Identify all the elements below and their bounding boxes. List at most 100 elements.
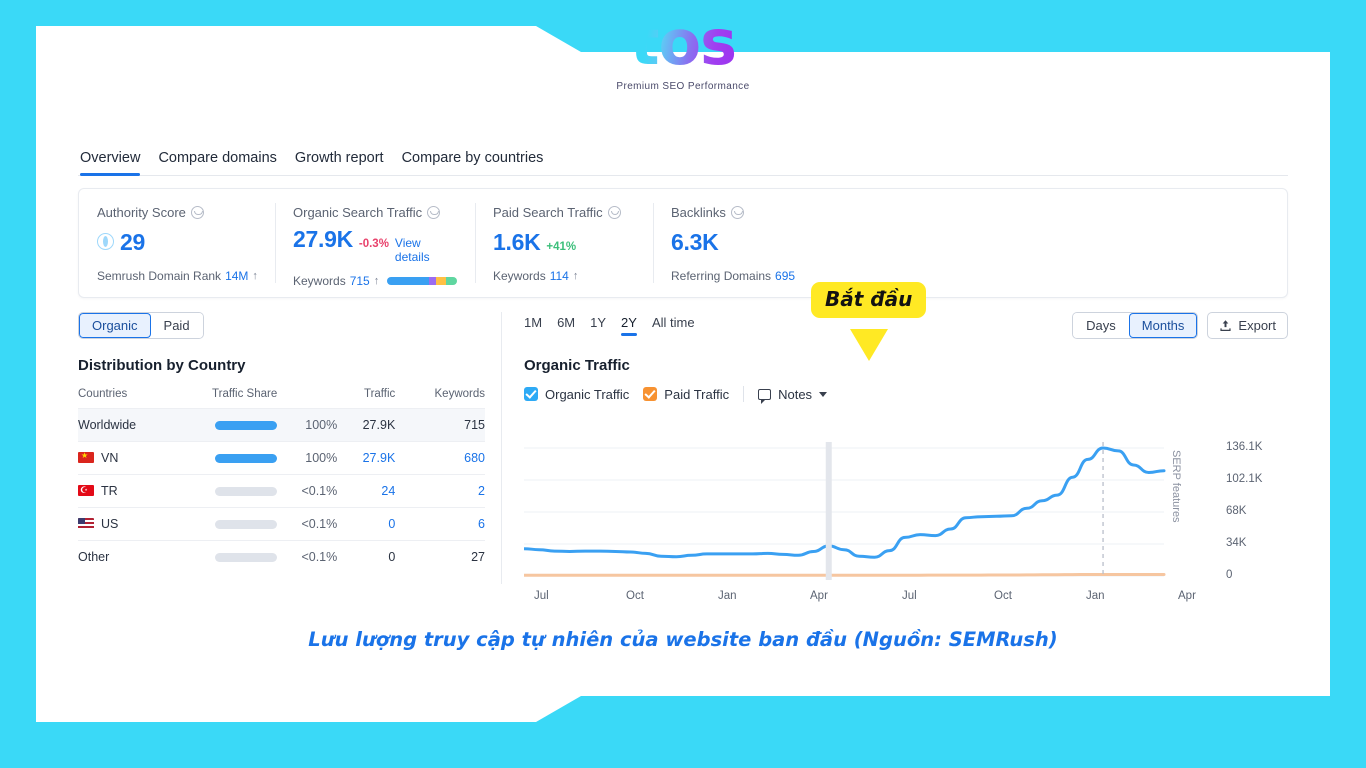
cell-share-value: <0.1% — [277, 540, 338, 573]
table-header-row: Countries Traffic Share Traffic Keywords — [78, 388, 485, 409]
range-selector[interactable]: 1M 6M 1Y 2Y All time — [524, 315, 695, 336]
legend-organic-traffic[interactable]: Organic Traffic — [524, 387, 629, 402]
range-1y[interactable]: 1Y — [590, 315, 606, 336]
granularity-days[interactable]: Days — [1073, 313, 1129, 338]
export-button[interactable]: Export — [1207, 312, 1288, 339]
metric-title: Organic Search Traffic — [293, 205, 423, 220]
toggle-organic[interactable]: Organic — [79, 313, 151, 338]
granularity-months[interactable]: Months — [1128, 313, 1198, 338]
x-axis-tick-label: Jan — [718, 590, 737, 602]
legend-divider — [743, 386, 745, 402]
cell-traffic-share — [181, 474, 278, 508]
metric-card-authority-score: Authority Score 29 Semrush Domain Rank 14M ↑ — [79, 189, 275, 297]
cell-traffic[interactable]: 27.9K — [337, 441, 396, 475]
y-axis-tick-label: 102.1K — [1226, 472, 1263, 485]
traffic-share-bar — [215, 454, 278, 464]
table-row[interactable]: Worldwide 100% 27.9K 715 — [78, 408, 485, 442]
distribution-title: Distribution by Country — [78, 357, 246, 374]
metric-title: Authority Score — [97, 205, 186, 220]
cell-country: Other — [78, 540, 182, 573]
keyword-bar-segment — [445, 277, 457, 285]
col-share-value — [277, 388, 337, 409]
cell-share-value: 100% — [277, 441, 338, 475]
chart-plot: SERP features 136.1K 102.1K 68K 34K 0 Jul Oct J… — [524, 440, 1288, 602]
table-row[interactable]: VN 100%27.9K680 — [78, 441, 485, 475]
toggle-paid[interactable]: Paid — [150, 313, 203, 338]
cell-traffic: 0 — [337, 540, 396, 573]
metric-footer: Keywords 114 ↑ — [493, 269, 635, 283]
table-row[interactable]: TR <0.1%242 — [78, 474, 485, 508]
granularity-toggle[interactable]: Days Months — [1072, 312, 1199, 339]
cell-country: Worldwide — [78, 408, 182, 442]
brand-logo: tos Premium SEO Performance — [0, 12, 1366, 93]
export-label: Export — [1238, 318, 1276, 333]
traffic-share-bar — [215, 487, 278, 497]
y-axis-tick-label: 136.1K — [1226, 441, 1263, 453]
traffic-type-toggle[interactable]: Organic Paid — [78, 312, 204, 339]
info-icon[interactable] — [607, 206, 621, 219]
cell-traffic-share — [181, 408, 278, 442]
metric-footer: Semrush Domain Rank 14M ↑ — [97, 269, 258, 283]
cell-keywords[interactable]: 6 — [395, 507, 485, 541]
tab-compare-by-countries[interactable]: Compare by countries — [402, 150, 544, 175]
metric-value-row: 6.3K — [671, 229, 875, 256]
metric-value: 27.9K — [293, 226, 353, 252]
cell-traffic[interactable]: 0 — [337, 507, 396, 541]
cell-country: VN — [78, 441, 182, 475]
metric-footer-value[interactable]: 114 — [550, 269, 569, 283]
cell-keywords: 27 — [395, 540, 485, 573]
chart-legend: Organic Traffic Paid Traffic Notes — [524, 386, 1288, 404]
metric-title-wrap: Paid Search Traffic — [493, 205, 635, 220]
range-2y[interactable]: 2Y — [621, 315, 637, 336]
metric-card-organic-search-traffic: Organic Search Traffic 27.9K -0.3% View det… — [275, 189, 475, 297]
info-icon[interactable] — [427, 206, 441, 219]
cell-country: US — [78, 507, 182, 541]
semrush-widget: Overview Compare domains Growth report Comp… — [78, 142, 1288, 604]
checkbox-icon[interactable] — [643, 387, 658, 401]
figure-caption: Lưu lượng truy cập tự nhiên của website … — [308, 628, 1058, 651]
metric-footer-label: Referring Domains — [671, 269, 772, 283]
metric-footer-value[interactable]: 14M — [225, 269, 248, 283]
table-row[interactable]: US <0.1% 0 6 — [78, 507, 485, 541]
flag-us-icon — [78, 518, 94, 529]
range-all-time[interactable]: All time — [652, 315, 695, 336]
info-icon[interactable] — [730, 206, 744, 219]
tab-growth-report[interactable]: Growth report — [295, 150, 384, 175]
cell-share-value: 100% — [277, 408, 338, 442]
checkbox-icon[interactable] — [524, 387, 538, 401]
col-traffic: Traffic — [363, 388, 396, 400]
col-countries: Countries — [78, 388, 128, 400]
traffic-share-bar — [215, 520, 278, 530]
chevron-down-icon — [819, 391, 828, 397]
tab-overview[interactable]: Overview — [80, 150, 141, 176]
range-1m[interactable]: 1M — [524, 315, 542, 336]
trend-up-icon: ↑ — [252, 270, 258, 282]
flag-vn-icon — [78, 452, 94, 463]
metric-footer-value[interactable]: 715 — [350, 274, 370, 288]
tab-bar: Overview Compare domains Growth report Comp… — [78, 142, 1288, 176]
cell-keywords[interactable]: 680 — [395, 441, 485, 475]
table-row[interactable]: Other <0.1% 0 27 — [78, 540, 485, 573]
metric-footer-value[interactable]: 695 — [775, 269, 795, 283]
traffic-share-bar — [215, 553, 278, 563]
metric-value-row: 27.9K -0.3% View details — [293, 226, 457, 264]
x-axis-tick-label: Oct — [994, 590, 1012, 602]
cell-keywords[interactable]: 2 — [395, 474, 485, 508]
info-icon[interactable] — [190, 206, 204, 219]
cell-traffic[interactable]: 24 — [337, 474, 396, 508]
view-details-link[interactable]: View details — [395, 236, 457, 264]
keyword-distribution-bar — [387, 277, 457, 285]
notes-label: Notes — [778, 386, 813, 402]
cell-share-value: <0.1% — [277, 474, 338, 508]
annotation-band-marker — [825, 442, 832, 580]
metric-footer-label: Keywords — [293, 274, 346, 288]
country-name: Other — [78, 550, 110, 564]
x-axis-tick-label: Apr — [810, 590, 828, 602]
legend-paid-traffic[interactable]: Paid Traffic — [643, 387, 729, 402]
tab-compare-domains[interactable]: Compare domains — [158, 150, 276, 175]
x-axis-tick-label: Jul — [534, 590, 549, 602]
cell-share-value: <0.1% — [277, 507, 338, 541]
notes-dropdown[interactable]: Notes — [758, 386, 828, 404]
range-6m[interactable]: 6M — [557, 315, 575, 336]
cell-traffic-share — [181, 441, 278, 475]
